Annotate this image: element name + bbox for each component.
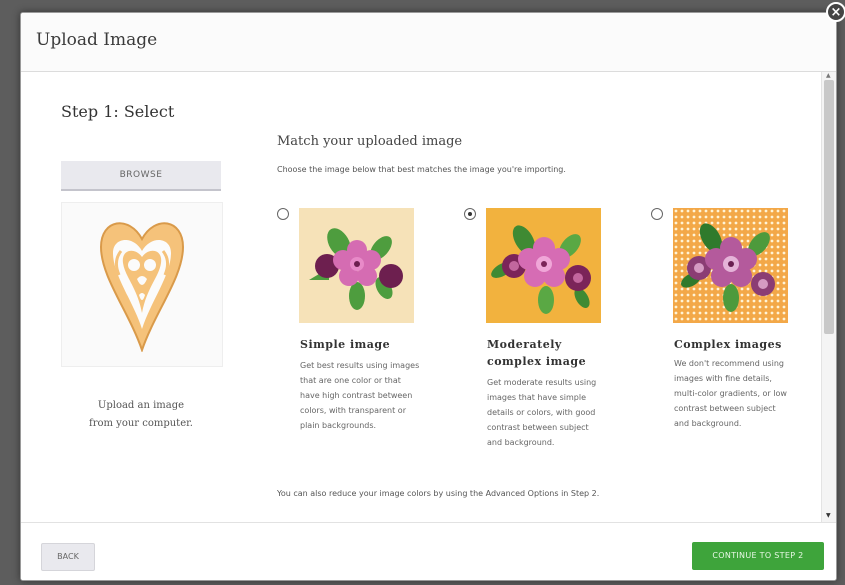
option-desc-line: contrast between subject [487, 423, 589, 432]
option-desc-line: Get moderate results using [487, 378, 597, 387]
option-desc-moderate: Get moderate results using images that h… [487, 375, 617, 450]
dialog-title: Upload Image [36, 30, 158, 50]
step-title: Step 1: Select [61, 102, 175, 121]
option-moderately-complex-image[interactable]: Moderately complex image Get moderate re… [464, 208, 644, 498]
browse-button[interactable]: BROWSE [61, 161, 221, 191]
upload-image-dialog: Upload Image Step 1: Select BROWSE Uploa… [20, 12, 837, 581]
option-title-line: Moderately [487, 338, 562, 351]
option-complex-images[interactable]: Complex images We don't recommend using … [651, 208, 831, 498]
option-title-line: Complex images [674, 338, 782, 351]
option-radio-moderate[interactable] [464, 208, 476, 220]
advanced-options-note: You can also reduce your image colors by… [277, 489, 600, 498]
option-desc-line: multi-color gradients, or low [674, 389, 787, 398]
close-icon[interactable]: × [826, 2, 845, 22]
option-title-line: complex image [487, 355, 587, 368]
option-title-simple: Simple image [300, 336, 440, 353]
option-desc-line: and background. [487, 438, 555, 447]
option-desc-complex: We don't recommend using images with fin… [674, 356, 804, 431]
scroll-down-arrow-icon[interactable]: ▼ [826, 512, 831, 519]
option-desc-line: We don't recommend using [674, 359, 784, 368]
dialog-content: Step 1: Select BROWSE Upload an image fr… [21, 72, 821, 522]
option-radio-simple[interactable] [277, 208, 289, 220]
option-title-complex: Complex images [674, 336, 814, 353]
option-desc-line: images that have simple [487, 393, 586, 402]
complex-image-thumbnail [673, 208, 788, 323]
scroll-up-arrow-icon[interactable]: ▲ [826, 72, 831, 79]
moderate-image-thumbnail [486, 208, 601, 323]
continue-to-step-2-button[interactable]: CONTINUE TO STEP 2 [692, 542, 824, 570]
simple-image-thumbnail [299, 208, 414, 323]
back-button[interactable]: BACK [41, 543, 95, 571]
heart-icon [99, 222, 185, 352]
upload-instructions-line2: from your computer. [89, 418, 193, 429]
option-title-line: Simple image [300, 338, 391, 351]
option-desc-line: images with fine details, [674, 374, 772, 383]
option-radio-complex[interactable] [651, 208, 663, 220]
option-title-moderate: Moderately complex image [487, 336, 627, 370]
option-desc-line: contrast between subject [674, 404, 776, 413]
upload-instructions: Upload an image from your computer. [61, 397, 221, 433]
upload-instructions-line1: Upload an image [97, 400, 185, 411]
option-desc-line: and background. [674, 419, 742, 428]
option-desc-line: plain backgrounds. [300, 421, 377, 430]
dialog-title-bar: Upload Image [21, 13, 836, 72]
option-desc-line: that are one color or that [300, 376, 401, 385]
option-desc-line: have high contrast between [300, 391, 413, 400]
content-scrollbar[interactable]: ▲ ▼ [821, 72, 836, 522]
scrollbar-thumb[interactable] [824, 80, 834, 334]
option-desc-line: details or colors, with good [487, 408, 596, 417]
match-subtitle: Choose the image below that best matches… [277, 165, 566, 174]
match-title: Match your uploaded image [277, 134, 463, 149]
uploaded-image-preview [61, 202, 223, 367]
option-desc-simple: Get best results using images that are o… [300, 358, 430, 433]
option-simple-image[interactable]: Simple image Get best results using imag… [277, 208, 457, 498]
dialog-footer: BACK CONTINUE TO STEP 2 [21, 522, 836, 580]
option-desc-line: colors, with transparent or [300, 406, 406, 415]
option-desc-line: Get best results using images [300, 361, 420, 370]
